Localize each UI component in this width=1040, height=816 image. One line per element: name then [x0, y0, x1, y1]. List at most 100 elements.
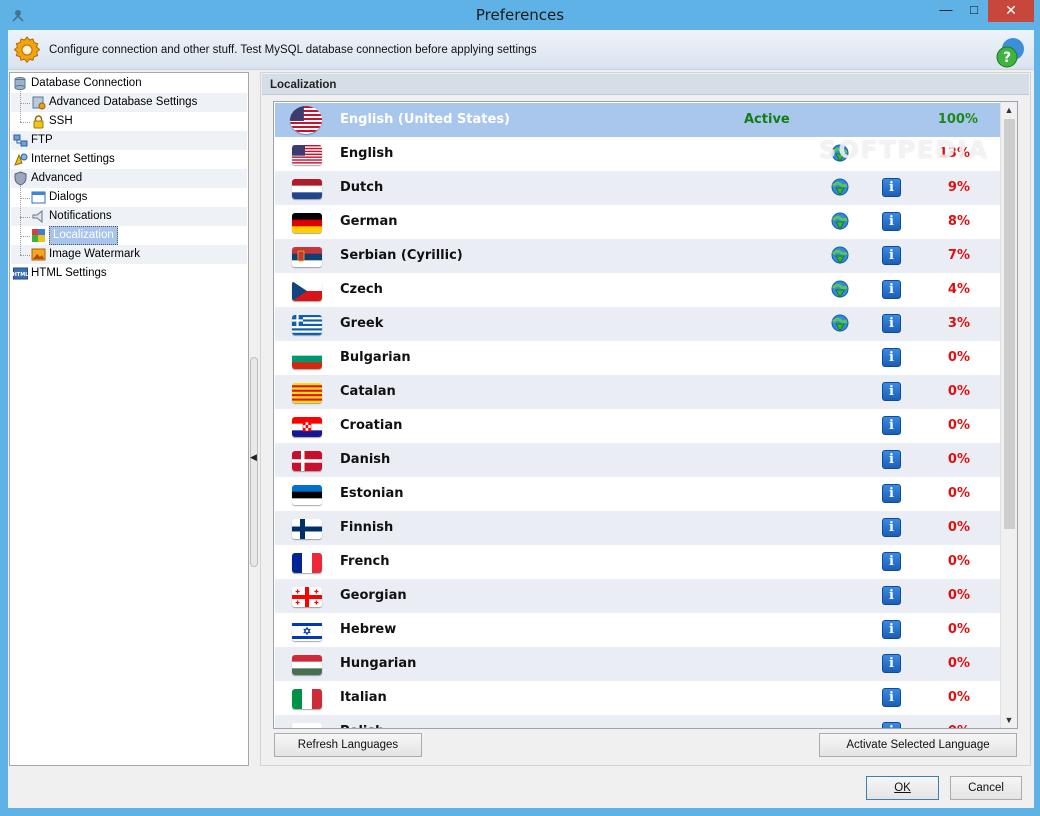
info-icon[interactable]: i	[882, 552, 901, 571]
tree-item-label: Database Connection	[31, 77, 142, 89]
flag-hr-icon	[292, 417, 322, 437]
info-icon[interactable]: i	[882, 348, 901, 367]
activate-language-button[interactable]: Activate Selected Language	[819, 733, 1017, 757]
tree-item-image-watermark[interactable]: Image Watermark	[11, 245, 247, 264]
download-icon[interactable]	[830, 314, 850, 334]
language-row[interactable]: Estonian i 0%	[275, 477, 1000, 511]
info-icon[interactable]: i	[882, 484, 901, 503]
download-icon[interactable]	[830, 212, 850, 232]
help-icon[interactable]: ?	[994, 36, 1028, 70]
flag-hu-icon	[292, 655, 322, 675]
download-icon[interactable]	[830, 178, 850, 198]
language-row[interactable]: Dutch i 9%	[275, 171, 1000, 205]
info-icon[interactable]: i	[882, 246, 901, 265]
info-icon[interactable]: i	[882, 620, 901, 639]
download-icon[interactable]	[830, 144, 850, 164]
translation-percent: 0%	[947, 554, 970, 569]
language-row[interactable]: Finnish i 0%	[275, 511, 1000, 545]
settings-tree[interactable]: Database Connection Advanced Database Set…	[9, 72, 249, 766]
info-icon[interactable]: i	[882, 212, 901, 231]
tree-item-ssh[interactable]: SSH	[11, 112, 247, 131]
language-row[interactable]: Catalan i 0%	[275, 375, 1000, 409]
vertical-scrollbar[interactable]: ▲ ▼	[1000, 102, 1017, 728]
cancel-button[interactable]: Cancel	[950, 776, 1022, 800]
info-icon[interactable]: i	[882, 382, 901, 401]
info-icon[interactable]: i	[882, 654, 901, 673]
tree-item-database-connection[interactable]: Database Connection	[11, 74, 247, 93]
maximize-button[interactable]: □	[961, 0, 987, 22]
flag-us-icon	[290, 106, 322, 134]
language-name: Finnish	[340, 520, 394, 535]
database-settings-icon	[31, 95, 46, 110]
language-row[interactable]: English 13%	[275, 137, 1000, 171]
close-button[interactable]: ✕	[988, 0, 1034, 22]
tree-item-ftp[interactable]: FTP	[11, 131, 247, 150]
scroll-up-icon[interactable]: ▲	[1001, 102, 1017, 118]
tree-connector	[20, 255, 30, 256]
tree-item-internet-settings[interactable]: Internet Settings	[11, 150, 247, 169]
info-icon[interactable]: i	[882, 586, 901, 605]
language-row[interactable]: Hungarian i 0%	[275, 647, 1000, 681]
language-name: Hebrew	[340, 622, 397, 637]
language-row[interactable]: French i 0%	[275, 545, 1000, 579]
translation-percent: 0%	[910, 715, 970, 728]
tree-item-notifications[interactable]: Notifications	[11, 207, 247, 226]
tree-item-label: Notifications	[49, 210, 112, 222]
download-icon[interactable]	[830, 246, 850, 266]
language-row[interactable]: Italian i 0%	[275, 681, 1000, 715]
tree-item-advanced-database-settings[interactable]: Advanced Database Settings	[11, 93, 247, 112]
language-row[interactable]: Hebrew i 0%	[275, 613, 1000, 647]
tree-item-localization[interactable]: Localization	[11, 226, 247, 245]
chevron-left-icon[interactable]: ◀	[250, 452, 257, 463]
tree-item-dialogs[interactable]: Dialogs	[11, 188, 247, 207]
info-icon[interactable]: i	[882, 178, 901, 197]
translation-percent: 0%	[947, 690, 970, 705]
language-row[interactable]: Georgian i 0%	[275, 579, 1000, 613]
panel-splitter[interactable]: ◀	[249, 72, 259, 766]
tree-item-html-settings[interactable]: HTML HTML Settings	[11, 264, 247, 283]
language-row[interactable]: Croatian i 0%	[275, 409, 1000, 443]
scrollbar-thumb[interactable]	[1004, 119, 1015, 529]
language-name: Dutch	[340, 180, 384, 195]
translation-percent: 0%	[947, 520, 970, 535]
minimize-button[interactable]: —	[933, 0, 959, 22]
language-name: Polish	[340, 715, 384, 728]
info-icon[interactable]: i	[882, 518, 901, 537]
info-icon[interactable]: i	[882, 416, 901, 435]
header-strip: Configure connection and other stuff. Te…	[8, 30, 1034, 70]
flag-dk-icon	[292, 451, 322, 471]
image-icon	[31, 247, 46, 262]
scroll-down-icon[interactable]: ▼	[1001, 712, 1017, 728]
language-row[interactable]: Bulgarian i 0%	[275, 341, 1000, 375]
flag-nl-icon	[292, 179, 322, 199]
ok-label: OK	[894, 782, 911, 794]
language-list[interactable]: English (United States) Active 100% English…	[273, 101, 1018, 729]
language-row[interactable]: Czech i 4%	[275, 273, 1000, 307]
info-icon[interactable]: i	[882, 280, 901, 299]
language-name: German	[340, 214, 398, 229]
tree-connector	[20, 91, 21, 122]
language-row[interactable]: Serbian (Cyrillic) i 7%	[275, 239, 1000, 273]
language-row[interactable]: English (United States) Active 100%	[275, 103, 1000, 137]
language-name: English	[340, 146, 394, 161]
gear-icon	[13, 36, 41, 63]
info-icon[interactable]: i	[882, 450, 901, 469]
language-row[interactable]: German i 8%	[275, 205, 1000, 239]
language-row[interactable]: Polish i 0%	[275, 715, 1000, 728]
tree-item-label: Advanced Database Settings	[49, 96, 198, 108]
language-name: Serbian (Cyrillic)	[340, 248, 463, 263]
language-row[interactable]: Danish i 0%	[275, 443, 1000, 477]
title-bar[interactable]: Preferences — □ ✕	[0, 0, 1040, 30]
translation-percent: 8%	[947, 214, 970, 229]
language-name: French	[340, 554, 390, 569]
download-icon[interactable]	[830, 280, 850, 300]
info-icon[interactable]: i	[882, 722, 901, 728]
tree-item-advanced[interactable]: Advanced	[11, 169, 247, 188]
language-row[interactable]: Greek i 3%	[275, 307, 1000, 341]
info-icon[interactable]: i	[882, 314, 901, 333]
refresh-languages-button[interactable]: Refresh Languages	[274, 733, 422, 757]
status-badge: Active	[744, 112, 790, 127]
info-icon[interactable]: i	[882, 688, 901, 707]
ok-button[interactable]: OK	[866, 776, 939, 800]
translation-percent: 100%	[937, 112, 978, 127]
